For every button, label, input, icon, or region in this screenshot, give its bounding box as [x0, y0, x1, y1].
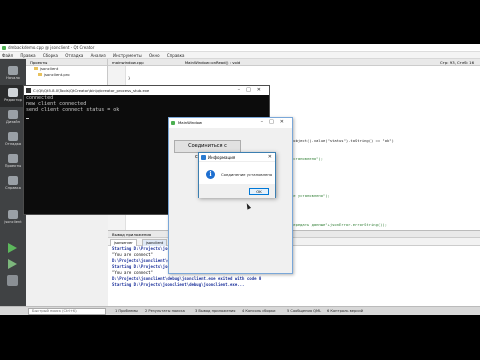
output-line: Starting D:\Projects\jsonclient\debug\js… — [112, 282, 245, 287]
status-tab-vcs[interactable]: 6 Контроль версий — [327, 307, 363, 315]
window-controls[interactable]: –□✕ — [238, 86, 267, 95]
qt-app-icon — [171, 121, 175, 125]
status-tab-qml[interactable]: 5 Сообщения QML — [287, 307, 321, 315]
qtcreator-app-icon — [2, 46, 6, 50]
projects-panel-header[interactable]: Проекты — [26, 59, 107, 66]
debug-icon — [8, 132, 18, 141]
info-dialog-title: Информация — [208, 155, 236, 160]
menu-file[interactable]: Файл — [2, 53, 13, 58]
console-title: C:\Qt\Qt5.8.0\Tools\QtCreator\bin\qtcrea… — [33, 88, 150, 93]
information-icon: i — [206, 170, 215, 179]
menu-build[interactable]: Сборка — [43, 53, 58, 58]
code-line: .object().value("status").toString() == … — [291, 138, 394, 143]
qtcreator-titlebar: dmbackdemo.cpp @ jsonclient - Qt Creator — [0, 44, 480, 52]
help-icon — [8, 176, 18, 185]
status-tab-search[interactable]: 2 Результаты поиска — [145, 307, 185, 315]
status-tab-app-output[interactable]: 3 Вывод приложения — [195, 307, 235, 315]
folder-icon — [34, 67, 38, 70]
status-tab-compile-output[interactable]: 4 Консоль сборки — [242, 307, 275, 315]
debug-run-icon[interactable] — [8, 259, 17, 269]
menu-tools[interactable]: Инструменты — [113, 53, 142, 58]
output-tab-jsonserver[interactable]: jsonserver — [110, 239, 137, 246]
menu-edit[interactable]: Правка — [20, 53, 35, 58]
editor-tab-bar: mainwindow.cpp MainWindow::onRead() : vo… — [108, 59, 480, 66]
menu-analyze[interactable]: Анализ — [91, 53, 106, 58]
console-icon — [26, 88, 31, 93]
dialog-app-icon — [201, 155, 206, 160]
build-icon[interactable] — [7, 275, 18, 286]
mainwindow-titlebar: MainWindow –□✕ — [169, 118, 292, 128]
menubar: Файл Правка Сборка Отладка Анализ Инстру… — [0, 52, 480, 59]
editor-function-combo[interactable]: MainWindow::onRead() : void — [185, 60, 240, 65]
design-icon — [8, 110, 18, 119]
info-dialog-titlebar: Информация ✕ — [199, 153, 275, 162]
info-dialog-footer: OK — [199, 184, 275, 198]
welcome-icon — [8, 66, 18, 75]
info-message: Соединение установлено — [221, 172, 273, 177]
code-line: передать данные"+jsonError.errorString()… — [291, 222, 388, 227]
desktop-screen: dmbackdemo.cpp @ jsonclient - Qt Creator… — [0, 44, 480, 315]
menu-debug[interactable]: Отладка — [65, 53, 83, 58]
application-output-pane: Вывод приложения jsonserver jsonclient S… — [108, 230, 480, 306]
menu-window[interactable]: Окно — [149, 53, 160, 58]
monitor-icon — [8, 210, 18, 219]
code-line: установлено"); — [291, 156, 324, 161]
projects-icon — [8, 154, 18, 163]
mode-welcome[interactable]: Начало — [0, 63, 26, 85]
locator-input[interactable]: Быстрый поиск (Ctrl+K) — [28, 308, 106, 315]
info-dialog[interactable]: Информация ✕ i Соединение установлено OK — [198, 152, 276, 198]
output-tab-jsonclient[interactable]: jsonclient — [142, 239, 168, 246]
editor-file-tab[interactable]: mainwindow.cpp — [112, 60, 144, 65]
close-icon[interactable]: ✕ — [268, 153, 272, 162]
menu-help[interactable]: Справка — [167, 53, 185, 58]
mainwindow-title: MainWindow — [178, 120, 203, 125]
output-tabs: jsonserver jsonclient — [108, 238, 480, 246]
window-controls[interactable]: –□✕ — [261, 118, 290, 127]
cursor-position: Стр: 93, Стлб: 16 — [440, 60, 474, 65]
console-titlebar: C:\Qt\Qt5.8.0\Tools\QtCreator\bin\qtcrea… — [24, 86, 269, 95]
window-title: dmbackdemo.cpp @ jsonclient - Qt Creator — [8, 45, 95, 50]
output-pane-header: Вывод приложения — [108, 231, 480, 238]
info-dialog-body: i Соединение установлено — [199, 162, 275, 184]
output-text: Starting D:\Projects\jsonclient\debug\js… — [108, 246, 480, 288]
status-bar: Быстрый поиск (Ctrl+K) 1 Проблемы 2 Резу… — [0, 306, 480, 315]
status-tab-issues[interactable]: 1 Проблемы — [115, 307, 138, 315]
code-line: не установлено"); — [291, 193, 330, 198]
ok-button[interactable]: OK — [249, 188, 269, 195]
tree-item-profile[interactable]: jsonclient.pro — [26, 72, 107, 78]
run-icon[interactable] — [8, 243, 17, 253]
file-icon — [38, 73, 42, 76]
edit-icon — [8, 88, 18, 97]
code-line: } — [128, 75, 131, 80]
